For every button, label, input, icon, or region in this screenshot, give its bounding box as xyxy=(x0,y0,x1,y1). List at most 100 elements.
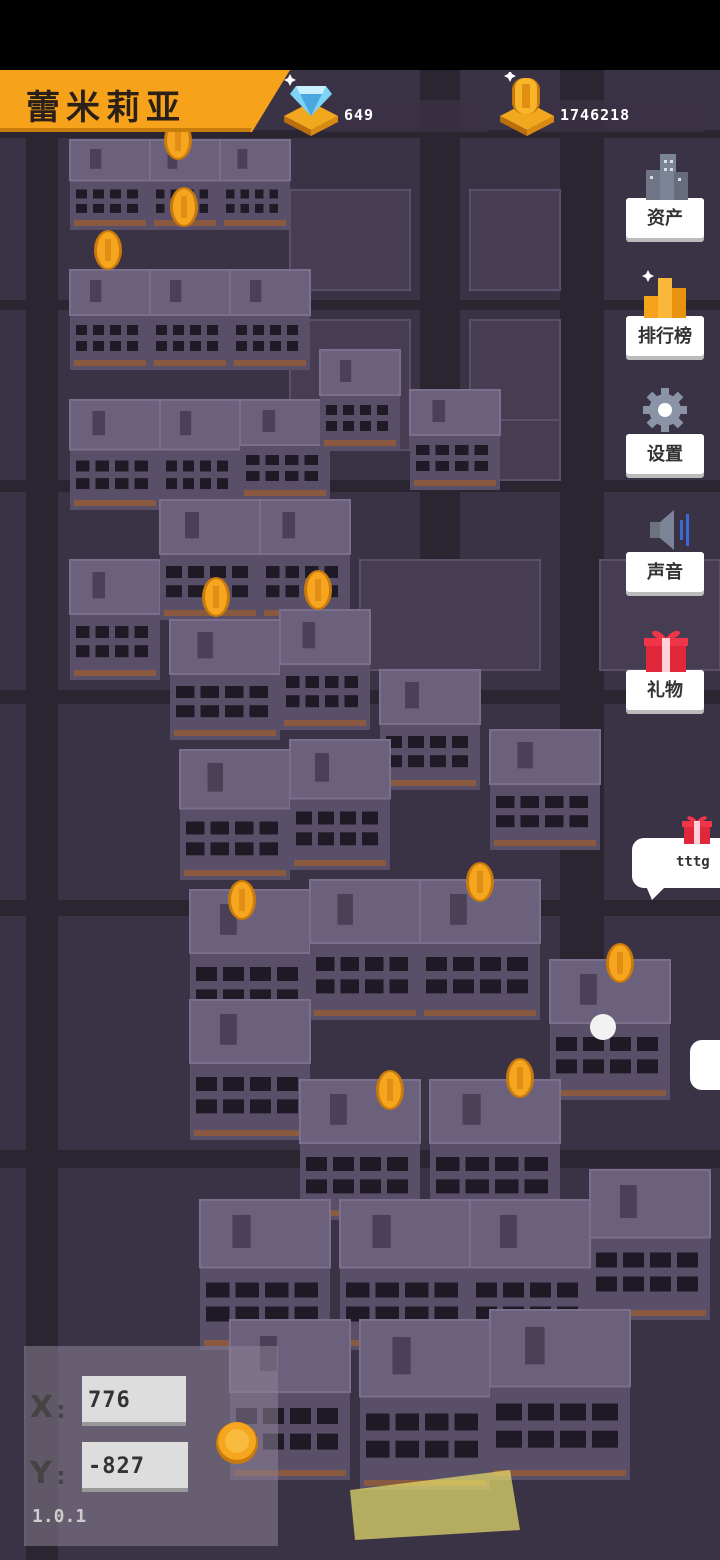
storefront xyxy=(284,720,366,726)
window xyxy=(93,325,104,335)
building-roof xyxy=(169,619,281,675)
window xyxy=(200,460,211,472)
window xyxy=(200,705,219,718)
window xyxy=(416,445,430,455)
street xyxy=(26,70,58,1560)
window xyxy=(259,842,278,856)
building-roof xyxy=(229,269,311,316)
window xyxy=(225,705,244,718)
building-roof xyxy=(289,739,391,800)
roof-detail xyxy=(432,400,446,422)
diamond-counter: 649 xyxy=(282,74,492,136)
leaderboard-label: 排行榜 xyxy=(638,326,692,347)
building-roof xyxy=(69,269,151,316)
assets-button[interactable]: 资产 xyxy=(626,154,704,238)
leaderboard-button[interactable]: 排行榜 xyxy=(626,270,704,356)
window xyxy=(76,460,90,472)
window xyxy=(176,705,195,718)
window xyxy=(395,1440,419,1458)
window xyxy=(560,1430,586,1448)
window xyxy=(434,1282,458,1298)
coin-mark xyxy=(477,871,483,893)
window xyxy=(343,405,354,415)
window xyxy=(199,189,208,199)
window xyxy=(266,566,280,578)
window xyxy=(285,585,299,598)
roof-detail xyxy=(372,1215,391,1248)
window xyxy=(524,1179,548,1194)
gift-box-icon xyxy=(682,816,712,844)
window xyxy=(127,189,138,199)
building-roof xyxy=(159,499,261,555)
x-coordinate-value: 776 xyxy=(88,1388,131,1413)
window xyxy=(235,821,254,835)
window xyxy=(435,461,449,471)
window xyxy=(305,695,319,708)
coin-value: 1746218 xyxy=(560,106,631,124)
window xyxy=(387,1179,408,1194)
window xyxy=(408,736,424,748)
sound-button[interactable]: 声音 xyxy=(626,510,704,592)
window xyxy=(405,1282,429,1298)
window xyxy=(343,421,354,431)
storefront xyxy=(384,780,476,786)
coordinates-panel: X : 776 Y : -827 1.0.1 xyxy=(24,1346,278,1546)
window xyxy=(495,1157,519,1171)
y-coordinate-box: -827 xyxy=(82,1442,188,1488)
window xyxy=(465,1157,489,1171)
chat-bubble-partial[interactable] xyxy=(690,1040,720,1090)
window xyxy=(188,585,204,598)
roof-detail xyxy=(500,1215,517,1248)
window xyxy=(115,460,129,472)
window xyxy=(76,626,90,638)
settings-button[interactable]: 设置 xyxy=(626,388,704,474)
window xyxy=(344,676,358,688)
window xyxy=(452,736,468,748)
version-label: 1.0.1 xyxy=(32,1506,87,1527)
coin-mark xyxy=(617,952,623,974)
window xyxy=(360,1179,381,1194)
window xyxy=(277,1099,298,1114)
player-banner: 蕾米莉亚 xyxy=(0,70,290,132)
window xyxy=(340,979,359,994)
building-roof xyxy=(179,749,291,810)
window xyxy=(507,979,528,994)
window xyxy=(340,957,359,971)
building-roof xyxy=(189,999,311,1064)
window xyxy=(362,811,378,825)
building-roof xyxy=(219,139,291,182)
window xyxy=(389,979,408,994)
window xyxy=(196,967,217,981)
coin-mark xyxy=(387,1079,393,1101)
building-roof xyxy=(159,399,241,451)
storefront xyxy=(74,220,146,226)
city-map[interactable] xyxy=(0,70,720,1560)
window xyxy=(377,405,388,415)
window xyxy=(110,189,121,199)
window xyxy=(325,676,339,688)
window xyxy=(316,979,335,994)
window xyxy=(249,705,268,718)
window xyxy=(326,405,337,415)
window xyxy=(93,189,104,199)
window xyxy=(265,471,279,481)
window xyxy=(76,645,90,658)
chat-bubble[interactable]: tttg xyxy=(632,816,720,900)
window xyxy=(592,1430,618,1448)
roof-detail xyxy=(232,1215,251,1248)
gift-button[interactable]: 礼物 xyxy=(626,630,704,710)
building-roof xyxy=(339,1199,471,1269)
window xyxy=(210,842,229,856)
window xyxy=(556,1059,577,1074)
window xyxy=(196,1077,217,1091)
window xyxy=(560,1403,586,1421)
x-coordinate-box: 776 xyxy=(82,1376,186,1422)
window xyxy=(265,1282,289,1298)
storefront xyxy=(74,500,156,506)
roof-detail xyxy=(525,1327,545,1365)
roof-detail xyxy=(237,149,248,169)
building-roof xyxy=(319,349,401,396)
window xyxy=(110,325,121,335)
window xyxy=(246,471,260,481)
window xyxy=(270,325,281,335)
